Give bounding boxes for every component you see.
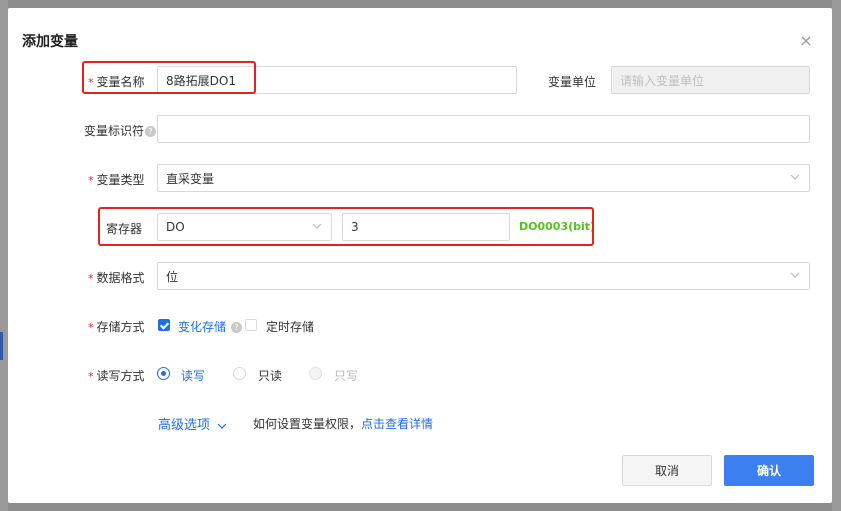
background-selection-marker bbox=[0, 332, 3, 360]
variable-unit-label: 变量单位 bbox=[548, 75, 597, 89]
access-mode-label: * 读写方式 bbox=[88, 369, 145, 383]
advanced-options-toggle[interactable]: 高级选项 bbox=[158, 414, 227, 433]
required-mark: * bbox=[88, 174, 94, 187]
chevron-down-icon bbox=[217, 423, 227, 429]
cancel-button[interactable]: 取消 bbox=[622, 455, 712, 486]
background-page-edge-right bbox=[832, 0, 841, 511]
change-storage-checkbox[interactable] bbox=[158, 319, 170, 331]
timed-storage-checkbox[interactable] bbox=[245, 319, 257, 331]
storage-mode-label: * 存储方式 bbox=[88, 320, 145, 334]
permission-hint: 如何设置变量权限，点击查看详情 bbox=[253, 417, 434, 431]
variable-type-label: * 变量类型 bbox=[88, 173, 145, 187]
variable-identifier-input[interactable] bbox=[157, 115, 810, 143]
read-write-radio[interactable] bbox=[157, 367, 170, 380]
required-mark: * bbox=[88, 321, 94, 334]
variable-unit-input[interactable]: 请输入变量单位 bbox=[611, 66, 810, 94]
view-details-link[interactable]: 点击查看详情 bbox=[361, 417, 433, 431]
chevron-down-icon bbox=[790, 272, 800, 278]
variable-identifier-label: 变量标识符? bbox=[84, 122, 157, 139]
required-mark: * bbox=[88, 272, 94, 285]
dialog-title: 添加变量 bbox=[22, 34, 78, 50]
variable-type-select[interactable]: 直采变量 bbox=[157, 164, 810, 192]
change-storage-label[interactable]: 变化存储 ? bbox=[178, 318, 242, 335]
data-format-label: * 数据格式 bbox=[88, 271, 145, 285]
read-only-label[interactable]: 只读 bbox=[258, 367, 282, 384]
write-only-label: 只写 bbox=[334, 369, 359, 383]
close-icon[interactable]: × bbox=[798, 33, 814, 49]
question-circle-icon[interactable]: ? bbox=[145, 126, 157, 137]
highlight-box-name bbox=[82, 61, 256, 94]
confirm-button[interactable]: 确认 bbox=[724, 455, 814, 486]
timed-storage-label[interactable]: 定时存储 bbox=[266, 318, 314, 335]
question-circle-icon[interactable]: ? bbox=[230, 322, 242, 333]
required-mark: * bbox=[88, 370, 94, 383]
background-page-edge bbox=[0, 0, 8, 511]
read-write-label[interactable]: 读写 bbox=[181, 367, 205, 384]
read-only-radio[interactable] bbox=[233, 367, 246, 380]
highlight-box-register bbox=[98, 207, 594, 246]
write-only-radio bbox=[309, 367, 322, 380]
add-variable-dialog: 添加变量 × * 变量名称 8路拓展DO1 变量单位 请输入变量单位 变量标识符?… bbox=[8, 8, 832, 503]
data-format-select[interactable]: 位 bbox=[157, 262, 810, 290]
chevron-down-icon bbox=[790, 174, 800, 180]
